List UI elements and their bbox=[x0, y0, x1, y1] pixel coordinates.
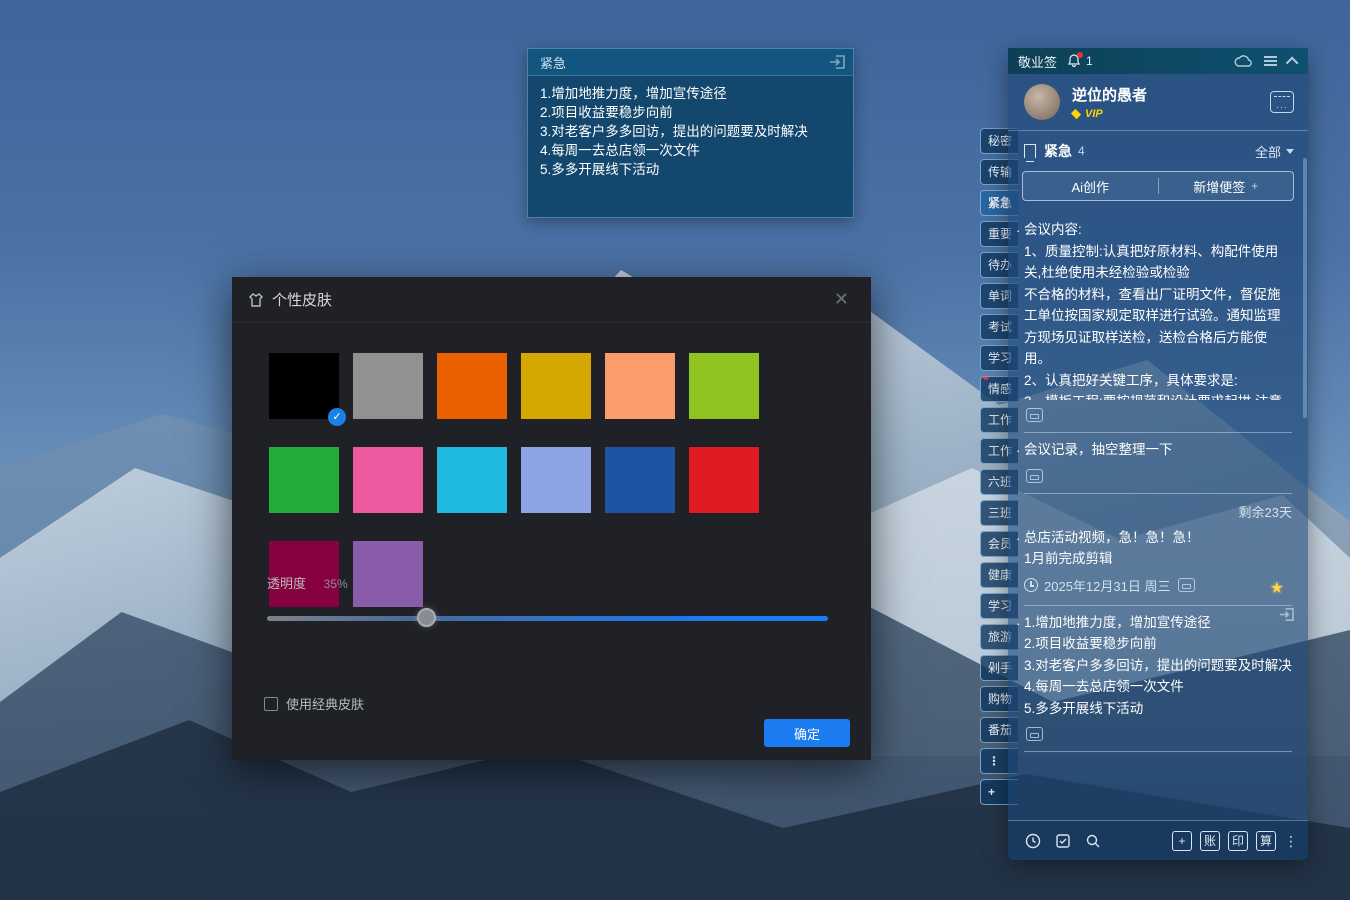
classic-skin-label: 使用经典皮肤 bbox=[286, 694, 364, 713]
opacity-value: 35% bbox=[324, 577, 348, 591]
skin-dialog-title: 个性皮肤 bbox=[272, 289, 828, 310]
color-swatch[interactable] bbox=[437, 353, 507, 419]
vip-badge: VIP bbox=[1072, 108, 1270, 120]
bookmark-icon bbox=[1024, 144, 1036, 158]
color-swatch[interactable] bbox=[605, 447, 675, 513]
ai-create-button[interactable]: Ai创作 bbox=[1023, 172, 1158, 200]
completed-todo-icon[interactable] bbox=[1055, 833, 1071, 849]
remaining-days: 剩余23天 bbox=[1008, 494, 1308, 521]
calendar-icon[interactable] bbox=[1270, 91, 1294, 113]
username: 逆位的愚者 bbox=[1072, 84, 1270, 105]
reminder-row: 2025年12月31日 周三 ★ bbox=[1024, 576, 1292, 595]
red-dot-badge bbox=[983, 376, 989, 380]
notification-count: 1 bbox=[1086, 54, 1222, 68]
main-panel: 敬业签 1 逆位的愚者 VIP 紧急 4 全部 Ai创 bbox=[1008, 48, 1308, 860]
category-header: 紧急 4 全部 bbox=[1008, 131, 1308, 167]
calculator-icon[interactable]: 算 bbox=[1256, 831, 1276, 851]
notes-list: · 会议内容: 1、质量控制:认真把好原材料、构配件使用关,杜绝使用未经检验或检… bbox=[1008, 209, 1308, 752]
opacity-slider[interactable] bbox=[267, 613, 828, 623]
search-icon[interactable] bbox=[1085, 833, 1101, 849]
classic-skin-checkbox[interactable] bbox=[264, 697, 278, 711]
category-name: 紧急 bbox=[1044, 141, 1072, 161]
reminder-date: 2025年12月31日 周三 bbox=[1044, 576, 1170, 595]
color-swatch[interactable] bbox=[689, 447, 759, 513]
add-note-icon[interactable]: + bbox=[1172, 831, 1192, 851]
filter-dropdown[interactable]: 全部 bbox=[1255, 142, 1294, 161]
color-swatch[interactable] bbox=[521, 447, 591, 513]
color-swatch[interactable] bbox=[689, 353, 759, 419]
note-text[interactable]: 会议记录，抽空整理一下 bbox=[1024, 439, 1292, 461]
scrollbar[interactable] bbox=[1303, 158, 1307, 418]
floating-note-body[interactable]: 1.增加地推力度，增加宣传途径 2.项目收益要稳步向前 3.对老客户多多回访，提… bbox=[528, 76, 853, 187]
vip-diamond-icon bbox=[1071, 109, 1081, 119]
panel-titlebar[interactable]: 敬业签 1 bbox=[1008, 48, 1308, 74]
skin-dialog: 个性皮肤 ✕ ✓ 透明度 35% 使用经典皮肤 确定 bbox=[232, 277, 871, 760]
note-divider bbox=[1024, 751, 1292, 752]
note-item[interactable]: · 1.增加地推力度，增加宣传途径 2.项目收益要稳步向前 3.对老客户多多回访… bbox=[1008, 606, 1308, 742]
more-icon[interactable]: ⋮ bbox=[1284, 838, 1298, 844]
pinned-desktop-icon[interactable] bbox=[1178, 578, 1195, 592]
category-count: 4 bbox=[1078, 144, 1255, 158]
color-swatch[interactable] bbox=[605, 353, 675, 419]
tshirt-icon bbox=[248, 292, 264, 308]
user-card[interactable]: 逆位的愚者 VIP bbox=[1008, 74, 1308, 131]
floating-on-desktop-icon[interactable] bbox=[1279, 608, 1294, 621]
note-item[interactable]: · 会议记录，抽空整理一下 bbox=[1008, 433, 1308, 483]
pinned-desktop-icon[interactable] bbox=[1026, 727, 1043, 741]
return-to-panel-icon[interactable] bbox=[829, 55, 845, 69]
color-swatch[interactable] bbox=[353, 447, 423, 513]
bell-icon[interactable] bbox=[1067, 54, 1081, 68]
menu-icon[interactable] bbox=[1264, 54, 1277, 68]
cloud-sync-icon[interactable] bbox=[1234, 55, 1252, 68]
collapse-icon[interactable] bbox=[1289, 57, 1298, 66]
opacity-label: 透明度 bbox=[267, 576, 306, 591]
chevron-down-icon bbox=[1286, 149, 1294, 154]
avatar[interactable] bbox=[1024, 84, 1060, 120]
color-swatch[interactable] bbox=[521, 353, 591, 419]
account-book-icon[interactable]: 账 bbox=[1200, 831, 1220, 851]
note-item[interactable]: · 会议内容: 1、质量控制:认真把好原材料、构配件使用关,杜绝使用未经检验或检… bbox=[1008, 213, 1308, 422]
color-swatch[interactable] bbox=[353, 353, 423, 419]
opacity-row: 透明度 35% bbox=[267, 573, 348, 592]
slider-track[interactable] bbox=[267, 616, 828, 621]
note-text[interactable]: 总店活动视频，急！急！急！ 1月前完成剪辑 bbox=[1024, 527, 1292, 570]
color-swatch[interactable] bbox=[353, 541, 423, 607]
pinned-desktop-icon[interactable] bbox=[1026, 469, 1043, 483]
selected-check-icon: ✓ bbox=[328, 408, 346, 426]
action-bar: Ai创作 新增便签 + bbox=[1022, 171, 1294, 201]
note-text[interactable]: 会议内容: 1、质量控制:认真把好原材料、构配件使用关,杜绝使用未经检验或检验 … bbox=[1024, 219, 1292, 400]
floating-note[interactable]: 紧急 1.增加地推力度，增加宣传途径 2.项目收益要稳步向前 3.对老客户多多回… bbox=[527, 48, 854, 218]
floating-note-titlebar[interactable]: 紧急 bbox=[528, 49, 853, 76]
floating-note-title: 紧急 bbox=[540, 53, 829, 72]
print-icon[interactable]: 印 bbox=[1228, 831, 1248, 851]
color-swatch[interactable] bbox=[437, 447, 507, 513]
note-text[interactable]: 1.增加地推力度，增加宣传途径 2.项目收益要稳步向前 3.对老客户多多回访，提… bbox=[1024, 612, 1292, 720]
pinned-desktop-icon[interactable] bbox=[1026, 408, 1043, 422]
color-swatch[interactable]: ✓ bbox=[269, 353, 339, 419]
time-manage-icon[interactable] bbox=[1025, 833, 1041, 849]
note-item[interactable]: · 总店活动视频，急！急！急！ 1月前完成剪辑 2025年12月31日 周三 ★ bbox=[1008, 521, 1308, 595]
color-swatch-grid: ✓ bbox=[269, 353, 839, 607]
clock-icon bbox=[1024, 578, 1038, 592]
color-swatch[interactable] bbox=[269, 447, 339, 513]
ok-button[interactable]: 确定 bbox=[764, 719, 850, 747]
plus-icon: + bbox=[1251, 179, 1258, 193]
app-title: 敬业签 bbox=[1018, 52, 1057, 71]
new-note-button[interactable]: 新增便签 + bbox=[1159, 172, 1294, 200]
notification-dot bbox=[1077, 52, 1083, 58]
classic-skin-row[interactable]: 使用经典皮肤 bbox=[264, 694, 364, 713]
slider-thumb[interactable] bbox=[417, 608, 436, 627]
bottom-toolbar: + 账 印 算 ⋮ bbox=[1008, 820, 1308, 860]
star-icon: ★ bbox=[1270, 578, 1284, 598]
close-icon[interactable]: ✕ bbox=[828, 287, 855, 312]
skin-dialog-header: 个性皮肤 ✕ bbox=[232, 277, 871, 323]
